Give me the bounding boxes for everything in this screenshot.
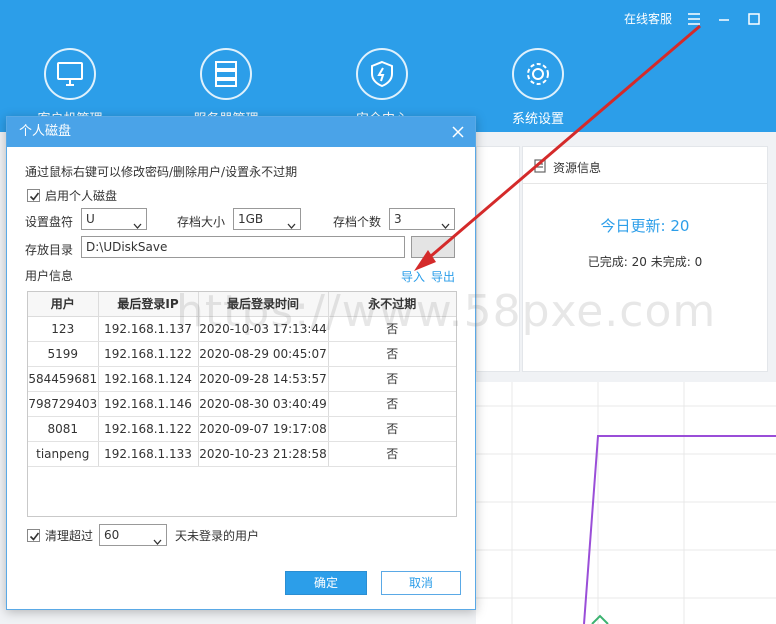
hint-text: 通过鼠标右键可以修改密码/删除用户/设置永不过期 [25,165,298,179]
size-select[interactable]: 1GB [233,208,301,230]
close-icon[interactable] [449,123,467,141]
ok-button[interactable]: 确定 [285,571,367,595]
cell-expire: 否 [328,391,456,417]
chevron-down-icon [287,216,296,229]
table-row[interactable]: 5199 192.168.1.122 2020-08-29 00:45:07 否 [28,341,456,367]
dialog-title-bar: 个人磁盘 [7,117,475,147]
cell-ip: 192.168.1.146 [98,391,199,417]
chevron-down-icon [133,216,142,229]
dialog-title: 个人磁盘 [19,124,72,139]
count-select[interactable]: 3 [389,208,455,230]
cell-ip: 192.168.1.124 [98,366,199,392]
today-update: 今日更新: 20 [600,217,690,235]
cell-user: 8081 [28,416,99,442]
nav-system-settings[interactable]: 系统设置 [478,48,598,127]
cell-user: 5199 [28,341,99,367]
cell-user: 584459681 [28,366,99,392]
col-user[interactable]: 用户 [28,292,99,317]
divider [523,183,767,184]
cleanup-suffix: 天未登录的用户 [175,529,260,543]
watermark-text: https://www.58pxe.com [176,286,717,337]
personal-disk-dialog: 个人磁盘 通过鼠标右键可以修改密码/删除用户/设置永不过期 启用个人磁盘 设置盘… [6,116,476,610]
cell-time: 2020-10-23 21:28:58 [198,441,329,467]
completion-status: 已完成: 20 未完成: 0 [587,255,703,269]
table-row[interactable]: 798729403 192.168.1.146 2020-08-30 03:40… [28,391,456,417]
enable-disk-label: 启用个人磁盘 [45,189,118,203]
cell-time: 2020-09-07 19:17:08 [198,416,329,442]
enable-disk-checkbox[interactable] [27,189,40,202]
cleanup-days-select[interactable]: 60 [99,524,167,546]
background-chart [476,382,776,624]
left-bg-panel [476,146,520,372]
resource-title: 资源信息 [553,161,602,175]
document-icon [533,159,547,173]
drive-label: 设置盘符 [25,215,74,229]
count-label: 存档个数 [333,215,382,229]
cell-user: tianpeng [28,441,99,467]
online-service-link[interactable]: 在线客服 [624,10,672,27]
cancel-button[interactable]: 取消 [381,571,461,595]
dir-label: 存放目录 [25,243,74,257]
size-label: 存档大小 [177,215,226,229]
cell-ip: 192.168.1.122 [98,416,199,442]
chevron-down-icon [441,216,450,229]
cell-time: 2020-08-30 03:40:49 [198,391,329,417]
shield-icon [356,48,408,100]
cell-ip: 192.168.1.133 [98,441,199,467]
cell-user: 123 [28,316,99,342]
cell-expire: 否 [328,416,456,442]
size-value: 1GB [238,212,264,226]
cell-time: 2020-09-28 14:53:57 [198,366,329,392]
drive-select[interactable]: U [81,208,147,230]
cell-expire: 否 [328,341,456,367]
cleanup-days-value: 60 [104,528,120,542]
window-topbar: 在线客服 [624,10,762,27]
resource-panel: 资源信息 今日更新: 20 已完成: 20 未完成: 0 [522,146,768,372]
gear-icon [512,48,564,100]
nav-label: 系统设置 [511,112,564,127]
drive-value: U [86,212,95,226]
export-link[interactable]: 导出 [431,268,455,285]
minimize-icon[interactable] [716,11,732,27]
app-header: 在线客服 客户机管理 服务器管理 安全中心 [0,0,776,132]
cleanup-label: 清理超过 [45,529,94,543]
maximize-icon[interactable] [746,11,762,27]
cell-expire: 否 [328,366,456,392]
table-row[interactable]: 8081 192.168.1.122 2020-09-07 19:17:08 否 [28,416,456,442]
dialog-body: 通过鼠标右键可以修改密码/删除用户/设置永不过期 启用个人磁盘 设置盘符 U 存… [25,147,461,609]
cell-expire: 否 [328,441,456,467]
table-row[interactable]: tianpeng 192.168.1.133 2020-10-23 21:28:… [28,441,456,467]
cell-user: 798729403 [28,391,99,417]
dir-input[interactable]: D:\UDiskSave [81,236,405,258]
chart-line-secondary [591,614,609,624]
cleanup-checkbox[interactable] [27,529,40,542]
count-value: 3 [394,212,402,226]
browse-button[interactable] [411,236,455,258]
chevron-down-icon [153,532,162,545]
user-info-label: 用户信息 [25,269,74,283]
cell-time: 2020-08-29 00:45:07 [198,341,329,367]
table-row[interactable]: 584459681 192.168.1.124 2020-09-28 14:53… [28,366,456,392]
cell-ip: 192.168.1.122 [98,341,199,367]
chart-line [583,435,776,624]
server-icon [200,48,252,100]
import-link[interactable]: 导入 [401,268,425,285]
menu-icon[interactable] [686,11,702,27]
monitor-icon [44,48,96,100]
